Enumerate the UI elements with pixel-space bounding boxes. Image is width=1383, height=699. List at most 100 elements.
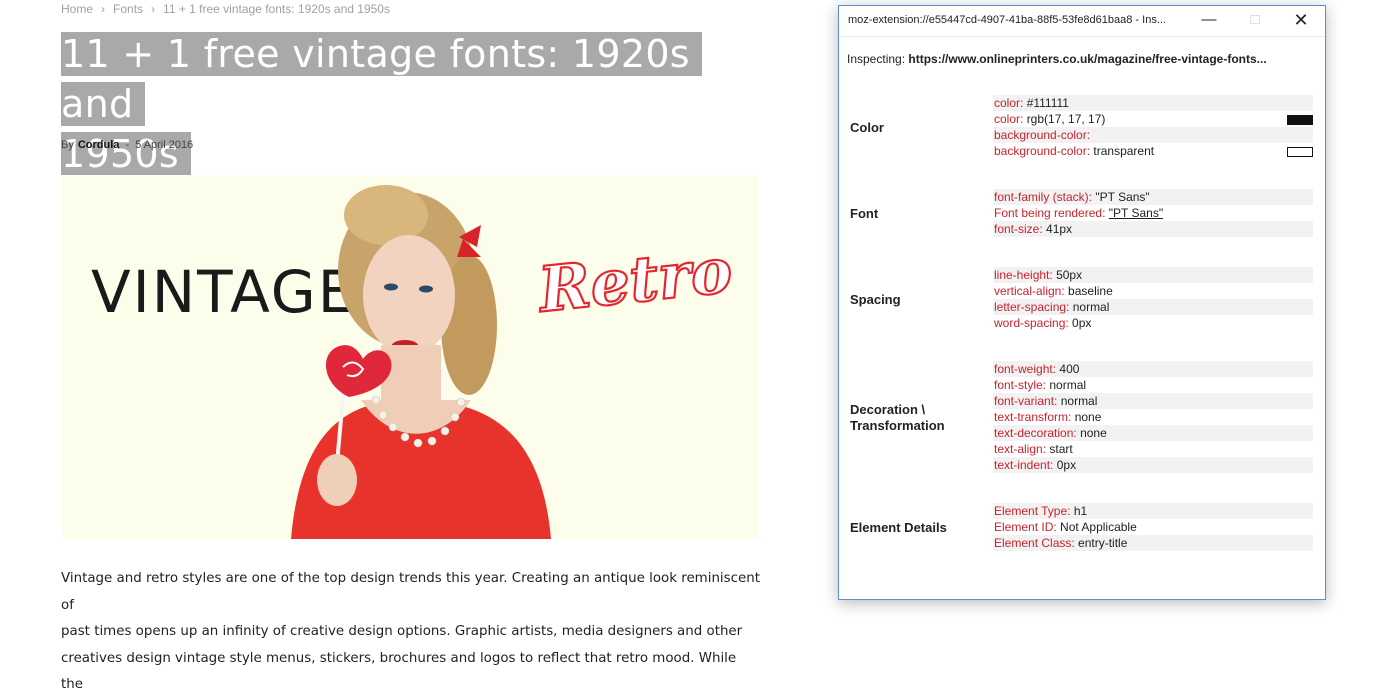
prop-value: 0px	[1056, 458, 1077, 472]
prop-key: font-size:	[994, 222, 1043, 236]
prop-key: Element Type:	[994, 504, 1071, 518]
prop-row: background-color: transparent	[993, 143, 1313, 159]
prop-key: Font being rendered:	[994, 206, 1106, 220]
body-line-1: Vintage and retro styles are one of the …	[61, 571, 760, 613]
prop-row: text-decoration: none	[993, 425, 1313, 441]
prop-row: letter-spacing: normal	[993, 299, 1313, 315]
author-link[interactable]: Cordula	[78, 139, 120, 151]
prop-row: vertical-align: baseline	[993, 283, 1313, 299]
maximize-icon: □	[1250, 11, 1260, 28]
prop-key: background-color:	[994, 144, 1091, 158]
background-color-swatch	[1287, 147, 1313, 157]
prop-row: color: #111111	[993, 95, 1313, 111]
hero-vintage-word: VINTAGE	[91, 258, 356, 326]
prop-value: #111111	[1026, 96, 1069, 110]
prop-key: vertical-align:	[994, 284, 1065, 298]
rendered-font-link[interactable]: "PT Sans"	[1109, 206, 1163, 220]
prop-key: font-style:	[994, 378, 1047, 392]
prop-value: entry-title	[1078, 536, 1128, 550]
breadcrumb-home-link[interactable]: Home	[61, 2, 93, 16]
prop-key: text-transform:	[994, 410, 1072, 424]
spacing-section-label: Spacing	[850, 292, 901, 307]
font-section-label: Font	[850, 206, 879, 221]
prop-key: font-weight:	[994, 362, 1057, 376]
color-swatch	[1287, 115, 1313, 125]
prop-value: normal	[1049, 378, 1087, 392]
prop-key: background-color:	[994, 128, 1091, 142]
prop-row: text-align: start	[993, 441, 1313, 457]
prop-row: text-transform: none	[993, 409, 1313, 425]
prop-key: color:	[994, 112, 1024, 126]
prop-row: font-weight: 400	[993, 361, 1313, 377]
inspector-window: moz-extension://e55447cd-4907-41ba-88f5-…	[838, 5, 1326, 600]
prop-row: font-variant: normal	[993, 393, 1313, 409]
prop-value: 0px	[1072, 316, 1092, 330]
prop-key: font-family (stack):	[994, 190, 1093, 204]
page-title-line-1: 11 + 1 free vintage fonts: 1920s and	[61, 32, 690, 126]
prop-value: 50px	[1056, 268, 1083, 282]
prop-row: text-indent: 0px	[993, 457, 1313, 473]
prop-value: baseline	[1068, 284, 1113, 298]
meta-dash: -	[125, 139, 130, 151]
color-props: color: #111111 color: rgb(17, 17, 17) ba…	[993, 95, 1313, 159]
breadcrumb-current: 11 + 1 free vintage fonts: 1920s and 195…	[163, 2, 390, 16]
prop-value: start	[1049, 442, 1073, 456]
prop-value: normal	[1060, 394, 1098, 408]
breadcrumb-fonts-link[interactable]: Fonts	[113, 2, 143, 16]
prop-key: color:	[994, 96, 1024, 110]
inspecting-url: https://www.onlineprinters.co.uk/magazin…	[908, 52, 1267, 66]
article-body: Vintage and retro styles are one of the …	[61, 566, 761, 699]
prop-value: "PT Sans"	[1095, 190, 1150, 204]
prop-key: font-variant:	[994, 394, 1058, 408]
breadcrumb-separator: ›	[151, 2, 156, 16]
prop-key: letter-spacing:	[994, 300, 1070, 314]
window-titlebar[interactable]: moz-extension://e55447cd-4907-41ba-88f5-…	[839, 6, 1325, 37]
breadcrumb-separator: ›	[101, 2, 106, 16]
prop-key: line-height:	[994, 268, 1053, 282]
decoration-label-line-2: Transformation	[850, 418, 945, 433]
prop-value: 400	[1059, 362, 1080, 376]
prop-row: color: rgb(17, 17, 17)	[993, 111, 1313, 127]
element-details-label: Element Details	[850, 520, 947, 535]
decoration-props: font-weight: 400 font-style: normal font…	[993, 361, 1313, 473]
page-title: 11 + 1 free vintage fonts: 1920s and 1950…	[61, 29, 761, 179]
prop-value: Not Applicable	[1060, 520, 1137, 534]
prop-value: h1	[1073, 504, 1088, 518]
inspecting-label: Inspecting:	[847, 52, 906, 66]
color-section-label: Color	[850, 120, 884, 135]
prop-row: Font being rendered: "PT Sans"	[993, 205, 1313, 221]
maximize-button[interactable]: □	[1232, 6, 1278, 36]
prop-key: text-decoration:	[994, 426, 1077, 440]
hero-image: VINTAGE Retro	[61, 175, 757, 539]
prop-key: word-spacing:	[994, 316, 1069, 330]
prop-key: Element Class:	[994, 536, 1075, 550]
article-title-wrap: 11 + 1 free vintage fonts: 1920s and 1950…	[61, 29, 761, 179]
prop-row: font-size: 41px	[993, 221, 1313, 237]
close-button[interactable]: ✕	[1278, 6, 1324, 36]
element-details-props: Element Type: h1 Element ID: Not Applica…	[993, 503, 1313, 551]
decoration-label-line-1: Decoration \	[850, 402, 926, 417]
window-title: moz-extension://e55447cd-4907-41ba-88f5-…	[848, 14, 1166, 26]
prop-row: Element Type: h1	[993, 503, 1313, 519]
font-props: font-family (stack): "PT Sans" Font bein…	[993, 189, 1313, 237]
minimize-icon: —	[1201, 11, 1217, 28]
prop-row: font-family (stack): "PT Sans"	[993, 189, 1313, 205]
breadcrumb: Home › Fonts › 11 + 1 free vintage fonts: 19…	[61, 2, 390, 16]
prop-row: Element Class: entry-title	[993, 535, 1313, 551]
byline-label: By	[61, 139, 74, 151]
hero-illustration: VINTAGE Retro	[61, 175, 757, 539]
close-icon: ✕	[1293, 10, 1309, 30]
body-line-3: creatives design vintage style menus, st…	[61, 650, 737, 693]
prop-key: text-indent:	[994, 458, 1054, 472]
prop-value: rgb(17, 17, 17)	[1026, 112, 1106, 126]
prop-row: background-color:	[993, 127, 1313, 143]
prop-value: normal	[1072, 300, 1110, 314]
prop-row: word-spacing: 0px	[993, 315, 1313, 331]
prop-key: Element ID:	[994, 520, 1057, 534]
minimize-button[interactable]: —	[1186, 6, 1232, 36]
prop-value: 41px	[1046, 222, 1073, 236]
prop-value: none	[1074, 410, 1102, 424]
prop-row: font-style: normal	[993, 377, 1313, 393]
post-meta: By Cordula -5 April 2016	[61, 139, 193, 151]
prop-value: none	[1080, 426, 1107, 440]
